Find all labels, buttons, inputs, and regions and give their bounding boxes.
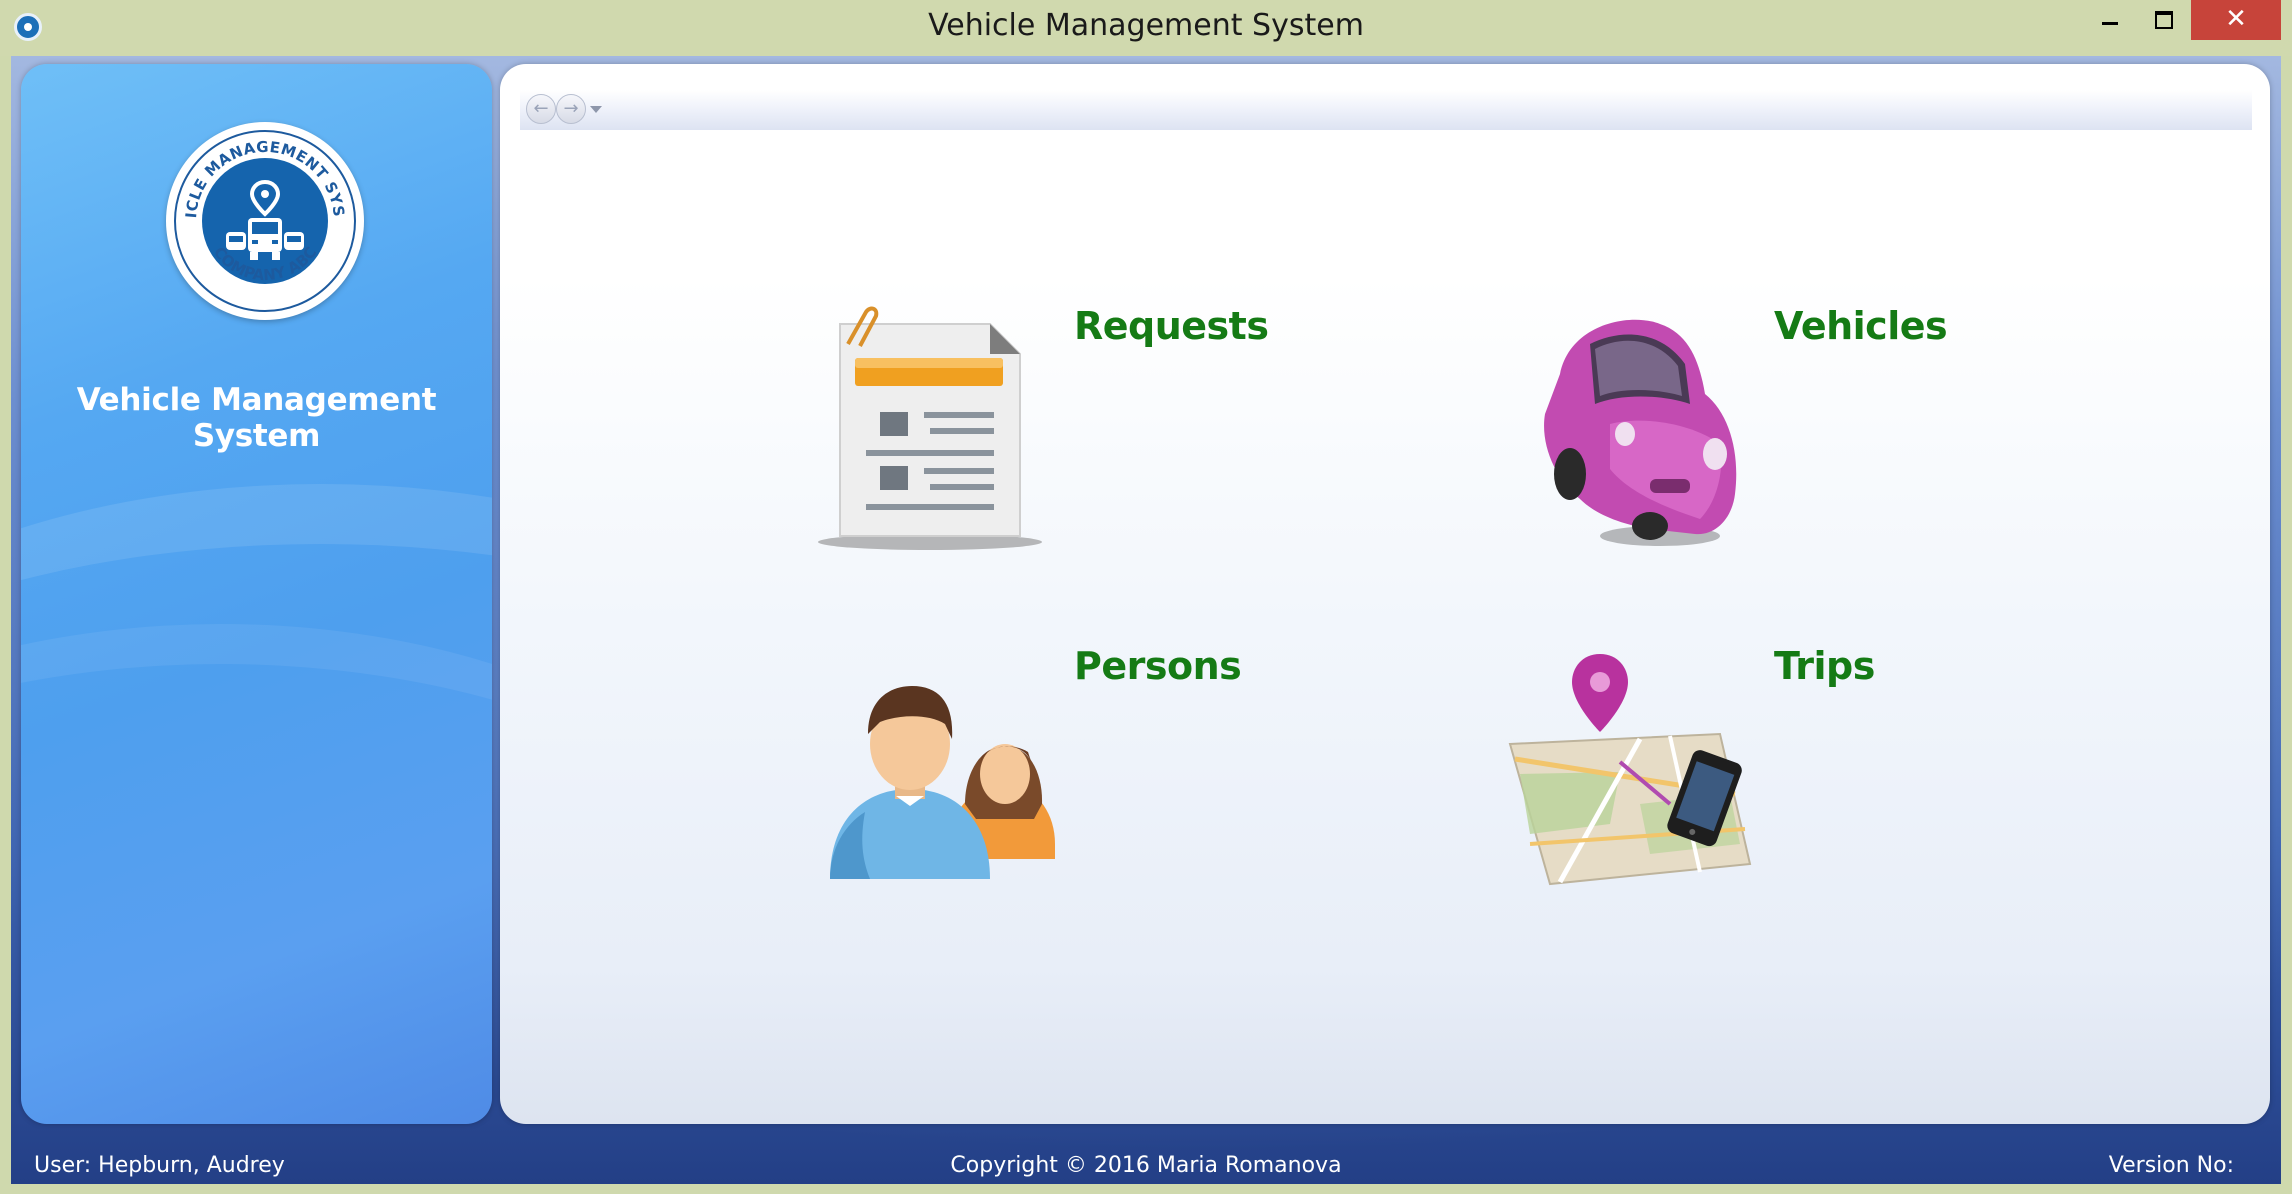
main-panel: ← → Requests Vehicles Persons Trips — [500, 64, 2270, 1124]
tile-persons[interactable]: Persons — [800, 644, 1300, 904]
window-title: Vehicle Management System — [928, 8, 1364, 43]
tile-vehicles-label[interactable]: Vehicles — [1774, 304, 1948, 348]
people-icon — [830, 686, 1055, 879]
close-button[interactable]: ✕ — [2191, 0, 2281, 40]
minimize-button[interactable] — [2088, 0, 2132, 40]
title-bar[interactable]: Vehicle Management System ✕ — [0, 0, 2292, 56]
forward-button[interactable]: → — [556, 94, 586, 124]
sidebar: VEHICLE MANAGEMENT SYSTEM COMPANY ABC — [21, 64, 492, 1124]
car-icon — [1544, 319, 1737, 546]
navigation-bar: ← → — [520, 90, 2252, 130]
app-window: Vehicle Management System ✕ VEHICLE MANA… — [0, 0, 2292, 1194]
truck-pin-icon: VEHICLE MANAGEMENT SYSTEM COMPANY ABC — [166, 122, 348, 284]
history-dropdown-icon[interactable] — [590, 106, 602, 113]
document-icon — [818, 306, 1042, 550]
company-logo: VEHICLE MANAGEMENT SYSTEM COMPANY ABC — [166, 122, 364, 320]
tile-trips[interactable]: Trips — [1500, 644, 2000, 904]
tile-requests-label[interactable]: Requests — [1074, 304, 1269, 348]
maximize-button[interactable] — [2140, 0, 2184, 40]
status-bar: User: Hepburn, Audrey Copyright © 2016 M… — [11, 1136, 2281, 1184]
status-version: Version No: — [2108, 1153, 2234, 1178]
map-icon — [1508, 654, 1752, 886]
client-area: VEHICLE MANAGEMENT SYSTEM COMPANY ABC — [11, 56, 2281, 1184]
status-copyright: Copyright © 2016 Maria Romanova — [950, 1153, 1342, 1178]
sidebar-title: Vehicle Management System — [76, 382, 437, 454]
tile-requests[interactable]: Requests — [800, 304, 1300, 564]
tile-vehicles[interactable]: Vehicles — [1500, 304, 2000, 564]
back-button[interactable]: ← — [526, 94, 556, 124]
tile-trips-label[interactable]: Trips — [1774, 644, 1875, 688]
tile-persons-label[interactable]: Persons — [1074, 644, 1242, 688]
